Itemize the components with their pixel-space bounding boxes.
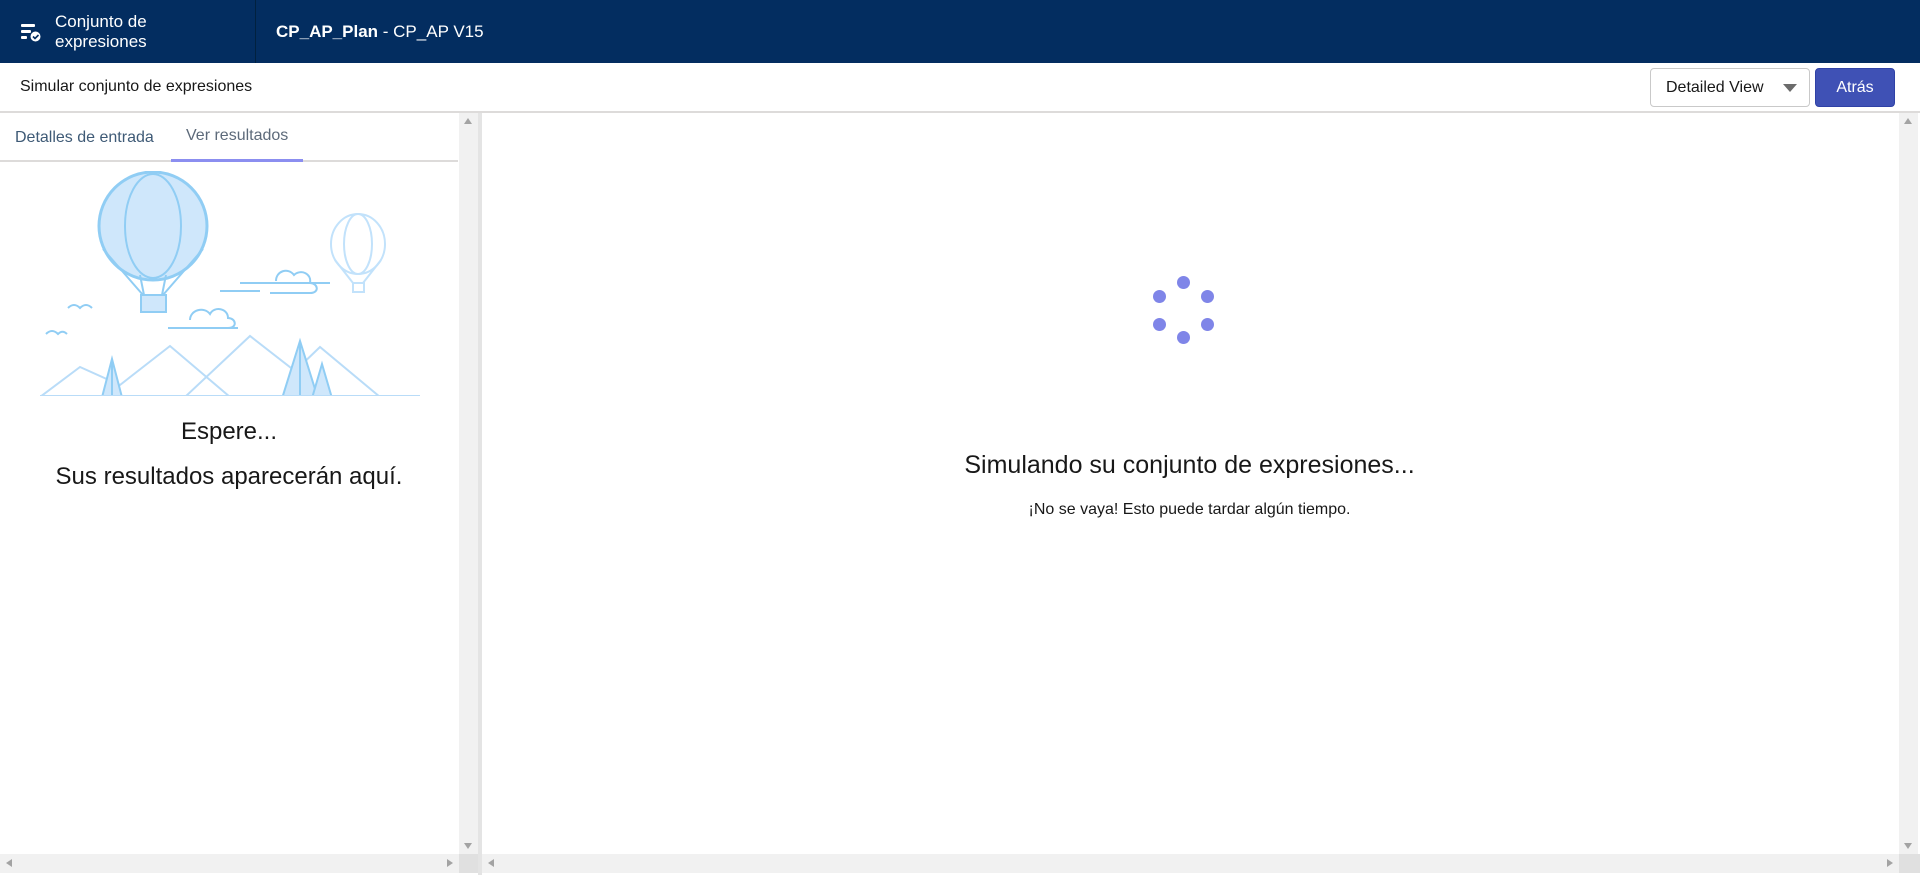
- back-button[interactable]: Atrás: [1815, 68, 1895, 107]
- loading-spinner: [1146, 273, 1222, 349]
- app-switch[interactable]: Conjunto de expresiones: [0, 0, 256, 63]
- page-title: Simular conjunto de expresiones: [20, 78, 253, 95]
- spinner-dot: [1153, 318, 1166, 331]
- spinner-dot: [1177, 331, 1190, 344]
- left-vertical-scrollbar[interactable]: [459, 113, 478, 854]
- simulation-status-title: Simulando su conjunto de expresiones...: [964, 451, 1415, 479]
- scroll-down-arrow-icon[interactable]: [464, 843, 472, 849]
- left-panel: Detalles de entrada Ver resultados Esper…: [0, 113, 460, 873]
- spinner-dot: [1153, 290, 1166, 303]
- view-select-value: Detailed View: [1666, 78, 1764, 96]
- scroll-left-arrow-icon[interactable]: [6, 859, 12, 867]
- scrollbar-corner: [459, 854, 478, 873]
- app-title: Conjunto de expresiones: [55, 11, 147, 51]
- wait-subtitle: Sus resultados aparecerán aquí.: [55, 463, 403, 490]
- scroll-down-arrow-icon[interactable]: [1904, 843, 1912, 849]
- scroll-right-arrow-icon[interactable]: [1887, 859, 1893, 867]
- scroll-right-arrow-icon[interactable]: [447, 859, 453, 867]
- balloon-illustration: [40, 171, 420, 396]
- right-panel: Simulando su conjunto de expresiones... …: [482, 113, 1920, 873]
- right-vertical-scrollbar[interactable]: [1899, 113, 1918, 854]
- chevron-down-icon: [1783, 84, 1797, 92]
- spinner-dot: [1201, 318, 1214, 331]
- record-version: - CP_AP V15: [378, 21, 484, 41]
- simulation-status-subtitle: ¡No se vaya! Esto puede tardar algún tie…: [1028, 501, 1351, 518]
- sub-header: Simular conjunto de expresiones Detailed…: [0, 63, 1920, 113]
- bottom-strip: [0, 875, 1920, 885]
- record-title: CP_AP_Plan - CP_AP V15: [256, 22, 484, 42]
- record-name: CP_AP_Plan: [276, 21, 379, 41]
- wait-title: Espere...: [180, 418, 278, 445]
- spinner-dot: [1177, 276, 1190, 289]
- spinner-dot: [1201, 290, 1214, 303]
- right-horizontal-scrollbar[interactable]: [482, 854, 1899, 873]
- tab-bar: Detalles de entrada Ver resultados: [0, 113, 458, 162]
- scroll-up-arrow-icon[interactable]: [464, 118, 472, 124]
- expression-set-icon: [20, 21, 42, 43]
- view-select[interactable]: Detailed View: [1650, 68, 1810, 107]
- scroll-left-arrow-icon[interactable]: [488, 859, 494, 867]
- tab-input-details[interactable]: Detalles de entrada: [0, 113, 169, 162]
- left-horizontal-scrollbar[interactable]: [0, 854, 459, 873]
- scrollbar-corner: [1899, 854, 1920, 873]
- scroll-up-arrow-icon[interactable]: [1904, 118, 1912, 124]
- tab-view-results[interactable]: Ver resultados: [171, 113, 304, 162]
- global-header: Conjunto de expresiones CP_AP_Plan - CP_…: [0, 0, 1920, 63]
